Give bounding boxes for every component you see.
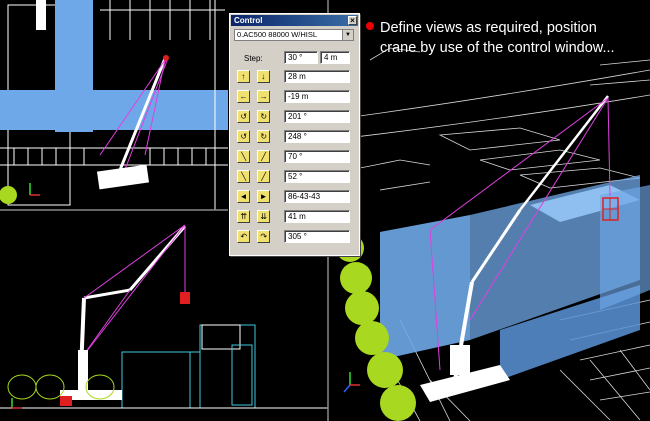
control-value-field[interactable]: 248 °	[284, 130, 350, 143]
configuration-next-icon[interactable]: ►	[257, 190, 270, 203]
note-line-1: Define views as required, position	[380, 20, 597, 36]
hook-raise-icon[interactable]: ⇈	[237, 210, 250, 223]
hook-rotate-right-icon[interactable]: ↷	[257, 230, 270, 243]
slew-cw-icon[interactable]: ↻	[257, 130, 270, 143]
control-window-titlebar[interactable]: Control ×	[231, 15, 358, 26]
control-value-field[interactable]: 41 m	[284, 210, 350, 223]
control-window-title: Control	[234, 16, 263, 25]
control-value-field[interactable]: -19 m	[284, 90, 350, 103]
control-value-field[interactable]: 52 °	[284, 170, 350, 183]
jib-lower-icon[interactable]: ╲	[237, 170, 250, 183]
configuration-prev-icon[interactable]: ◄	[237, 190, 250, 203]
control-value-field[interactable]: 86-43-43	[284, 190, 350, 203]
control-value-field[interactable]: 28 m	[284, 70, 350, 83]
step-length-input[interactable]: 4 m	[320, 51, 350, 64]
left-arrow-icon[interactable]: ←	[237, 90, 250, 103]
boom-lower-icon[interactable]: ╲	[237, 150, 250, 163]
step-angle-input[interactable]: 30 °	[284, 51, 318, 64]
crane-select-value: 0.AC500 88000 W/HISL	[237, 30, 318, 39]
close-icon[interactable]: ×	[348, 16, 357, 25]
instruction-note: Define views as required, position crane…	[366, 18, 615, 58]
note-line-2: crane by use of the control window...	[380, 40, 615, 56]
rotate-cw-icon[interactable]: ↻	[257, 110, 270, 123]
down-arrow-icon[interactable]: ↓	[257, 70, 270, 83]
boom-raise-icon[interactable]: ╱	[257, 150, 270, 163]
step-label: Step:	[244, 54, 263, 63]
control-value-field[interactable]: 305 °	[284, 230, 350, 243]
bullet-icon	[366, 22, 374, 31]
control-value-field[interactable]: 70 °	[284, 150, 350, 163]
hook-lower-icon[interactable]: ⇊	[257, 210, 270, 223]
cad-application: Define views as required, position crane…	[0, 0, 650, 421]
slew-ccw-icon[interactable]: ↺	[237, 130, 250, 143]
control-value-field[interactable]: 201 °	[284, 110, 350, 123]
jib-raise-icon[interactable]: ╱	[257, 170, 270, 183]
chevron-down-icon[interactable]: ▼	[342, 30, 353, 40]
viewport-plan[interactable]	[0, 0, 228, 211]
rotate-ccw-icon[interactable]: ↺	[237, 110, 250, 123]
up-arrow-icon[interactable]: ↑	[237, 70, 250, 83]
right-arrow-icon[interactable]: →	[257, 90, 270, 103]
hook-rotate-left-icon[interactable]: ↶	[237, 230, 250, 243]
crane-select[interactable]: 0.AC500 88000 W/HISL ▼	[234, 29, 354, 41]
viewport-perspective[interactable]	[329, 0, 650, 421]
control-window: Control × 0.AC500 88000 W/HISL ▼ Step: 3…	[229, 13, 360, 256]
